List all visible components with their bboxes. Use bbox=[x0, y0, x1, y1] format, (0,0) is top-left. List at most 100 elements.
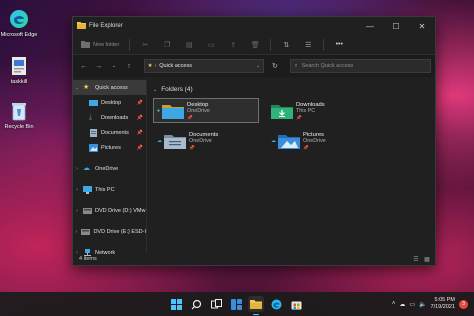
folder-tile-desktop[interactable]: ● Desktop OneDrive 📌 bbox=[153, 98, 259, 123]
cloud-icon[interactable]: ☁ bbox=[399, 301, 405, 308]
star-icon: ★ bbox=[147, 63, 153, 69]
sidebar-item-label: This PC bbox=[95, 186, 115, 193]
clock-date: 7/19/2021 bbox=[430, 304, 455, 310]
sidebar-item-dvd-d[interactable]: › DVD Drive (D:) VMw bbox=[73, 203, 146, 218]
breadcrumb-location: Quick access bbox=[159, 63, 192, 69]
up-arrow-icon[interactable]: ↑ bbox=[122, 59, 135, 73]
star-icon: ★ bbox=[83, 83, 90, 91]
cut-icon[interactable]: ✂ bbox=[138, 38, 152, 52]
edge-icon[interactable] bbox=[268, 296, 284, 312]
sidebar-item-label: Documents bbox=[101, 129, 129, 136]
network-icon[interactable]: ▭ bbox=[409, 301, 415, 308]
sidebar-item-label: Downloads bbox=[101, 114, 129, 121]
pin-icon: 📌 bbox=[136, 144, 143, 151]
chevron-down-icon[interactable]: ⌄ bbox=[73, 85, 81, 91]
desktop-icon-taskkill[interactable]: taskkill bbox=[0, 55, 39, 86]
sidebar-item-dvd-e[interactable]: › DVD Drive (E:) ESD-I bbox=[73, 224, 146, 239]
chevron-up-icon[interactable]: ˄ bbox=[392, 301, 396, 307]
search-icon: ⌕ bbox=[294, 62, 298, 69]
minimize-button[interactable]: — bbox=[357, 17, 383, 35]
volume-icon[interactable]: 🔈 bbox=[419, 301, 426, 308]
documents-icon bbox=[89, 128, 98, 137]
pictures-icon bbox=[89, 143, 98, 152]
pin-icon: 📌 bbox=[189, 144, 195, 150]
content-pane: ⌄ Folders (4) ● Desktop OneDrive 📌 Downl… bbox=[147, 78, 435, 253]
folder-icon bbox=[77, 21, 86, 31]
sidebar-item-label: Quick access bbox=[95, 84, 128, 91]
status-bar: 4 items ☰ ▦ bbox=[73, 253, 435, 265]
chevron-down-icon[interactable]: ⌄ bbox=[256, 63, 260, 69]
group-header[interactable]: ⌄ Folders (4) bbox=[153, 86, 429, 93]
desktop-folder-icon bbox=[162, 103, 185, 119]
chevron-right-icon[interactable]: › bbox=[73, 187, 81, 193]
item-count: 4 items bbox=[79, 256, 97, 262]
dvd-icon bbox=[81, 228, 91, 236]
sidebar-item-pictures[interactable]: Pictures 📌 bbox=[73, 140, 146, 155]
cloud-icon: ☁ bbox=[271, 137, 276, 144]
cloud-icon: ☁ bbox=[157, 137, 162, 144]
sidebar-item-label: Pictures bbox=[101, 144, 121, 151]
desktop-icon-recycle-bin[interactable]: Recycle Bin bbox=[0, 100, 39, 131]
notification-badge[interactable]: 3 bbox=[459, 299, 468, 309]
command-bar: New folder ✂ ❐ ▤ ▭ ⇪ 🗑 ⇅ ☰ ••• bbox=[73, 35, 435, 55]
pictures-folder-icon bbox=[278, 133, 300, 149]
refresh-icon[interactable]: ↻ bbox=[268, 59, 281, 73]
folder-tile-pictures[interactable]: ☁ Pictures OneDrive 📌 bbox=[267, 128, 373, 153]
chevron-right-icon[interactable]: › bbox=[73, 208, 81, 214]
chevron-right-icon[interactable]: › bbox=[73, 229, 79, 235]
tiles-view-icon[interactable]: ▦ bbox=[423, 255, 431, 263]
sidebar-item-onedrive[interactable]: › ☁ OneDrive bbox=[73, 161, 146, 176]
recycle-bin-icon bbox=[8, 100, 30, 122]
desktop-icon-label: Microsoft Edge bbox=[0, 32, 38, 38]
new-folder-label: New folder bbox=[93, 41, 120, 48]
sort-icon[interactable]: ⇅ bbox=[279, 38, 293, 52]
folder-tile-downloads[interactable]: Downloads This PC 📌 bbox=[267, 98, 373, 123]
back-arrow-icon[interactable]: ← bbox=[77, 59, 90, 73]
file-explorer-window: File Explorer — ☐ ✕ New folder ✂ ❐ ▤ ▭ ⇪… bbox=[72, 16, 436, 266]
clock-time: 5:05 PM bbox=[434, 297, 455, 303]
share-icon[interactable]: ⇪ bbox=[226, 38, 240, 52]
new-folder-button[interactable]: New folder bbox=[81, 40, 119, 50]
pin-icon: 📌 bbox=[303, 144, 309, 150]
close-button[interactable]: ✕ bbox=[409, 17, 435, 35]
paste-icon[interactable]: ▤ bbox=[182, 38, 196, 52]
recent-chevron-icon[interactable]: ⌄ bbox=[107, 59, 120, 73]
task-view-icon[interactable] bbox=[208, 296, 224, 312]
toolbar-divider bbox=[270, 38, 272, 51]
start-icon[interactable] bbox=[168, 296, 184, 312]
sidebar-item-label: Desktop bbox=[101, 99, 122, 106]
group-title: Folders (4) bbox=[161, 86, 193, 93]
download-folder-icon bbox=[271, 103, 293, 119]
new-folder-icon bbox=[81, 40, 90, 50]
search-icon[interactable] bbox=[188, 296, 204, 312]
store-icon[interactable] bbox=[288, 296, 304, 312]
file-explorer-icon[interactable] bbox=[248, 296, 264, 315]
copy-icon[interactable]: ❐ bbox=[160, 38, 174, 52]
more-icon[interactable]: ••• bbox=[332, 38, 346, 52]
rename-icon[interactable]: ▭ bbox=[204, 38, 218, 52]
search-box[interactable]: ⌕ Search Quick access bbox=[289, 59, 432, 73]
desktop-icon-edge[interactable]: Microsoft Edge bbox=[0, 8, 39, 39]
delete-icon[interactable]: 🗑 bbox=[248, 38, 262, 52]
sidebar-item-documents[interactable]: Documents 📌 bbox=[73, 125, 146, 140]
window-title: File Explorer bbox=[89, 23, 123, 29]
toolbar-divider bbox=[323, 38, 325, 51]
forward-arrow-icon[interactable]: → bbox=[92, 59, 105, 73]
sidebar-item-desktop[interactable]: Desktop 📌 bbox=[73, 95, 146, 110]
sidebar-item-quick-access[interactable]: ⌄ ★ Quick access bbox=[73, 80, 146, 95]
widgets-icon[interactable] bbox=[228, 296, 244, 312]
folder-tile-documents[interactable]: ☁ Documents OneDrive 📌 bbox=[153, 128, 259, 153]
clock[interactable]: 5:05 PM 7/19/2021 bbox=[431, 297, 455, 311]
chevron-down-icon[interactable]: ⌄ bbox=[153, 87, 157, 93]
chevron-right-icon[interactable]: › bbox=[73, 166, 81, 172]
details-view-icon[interactable]: ☰ bbox=[412, 255, 420, 263]
title-bar[interactable]: File Explorer — ☐ ✕ bbox=[73, 17, 435, 35]
maximize-button[interactable]: ☐ bbox=[383, 17, 409, 35]
address-bar[interactable]: ★ › Quick access ⌄ bbox=[143, 59, 265, 73]
sidebar-item-this-pc[interactable]: › This PC bbox=[73, 182, 146, 197]
view-icon[interactable]: ☰ bbox=[301, 38, 315, 52]
pin-icon: 📌 bbox=[296, 114, 302, 120]
pin-icon: 📌 bbox=[136, 129, 143, 136]
desktop-icon-label: taskkill bbox=[10, 79, 28, 85]
sidebar-item-downloads[interactable]: ⤓ Downloads 📌 bbox=[73, 110, 146, 125]
